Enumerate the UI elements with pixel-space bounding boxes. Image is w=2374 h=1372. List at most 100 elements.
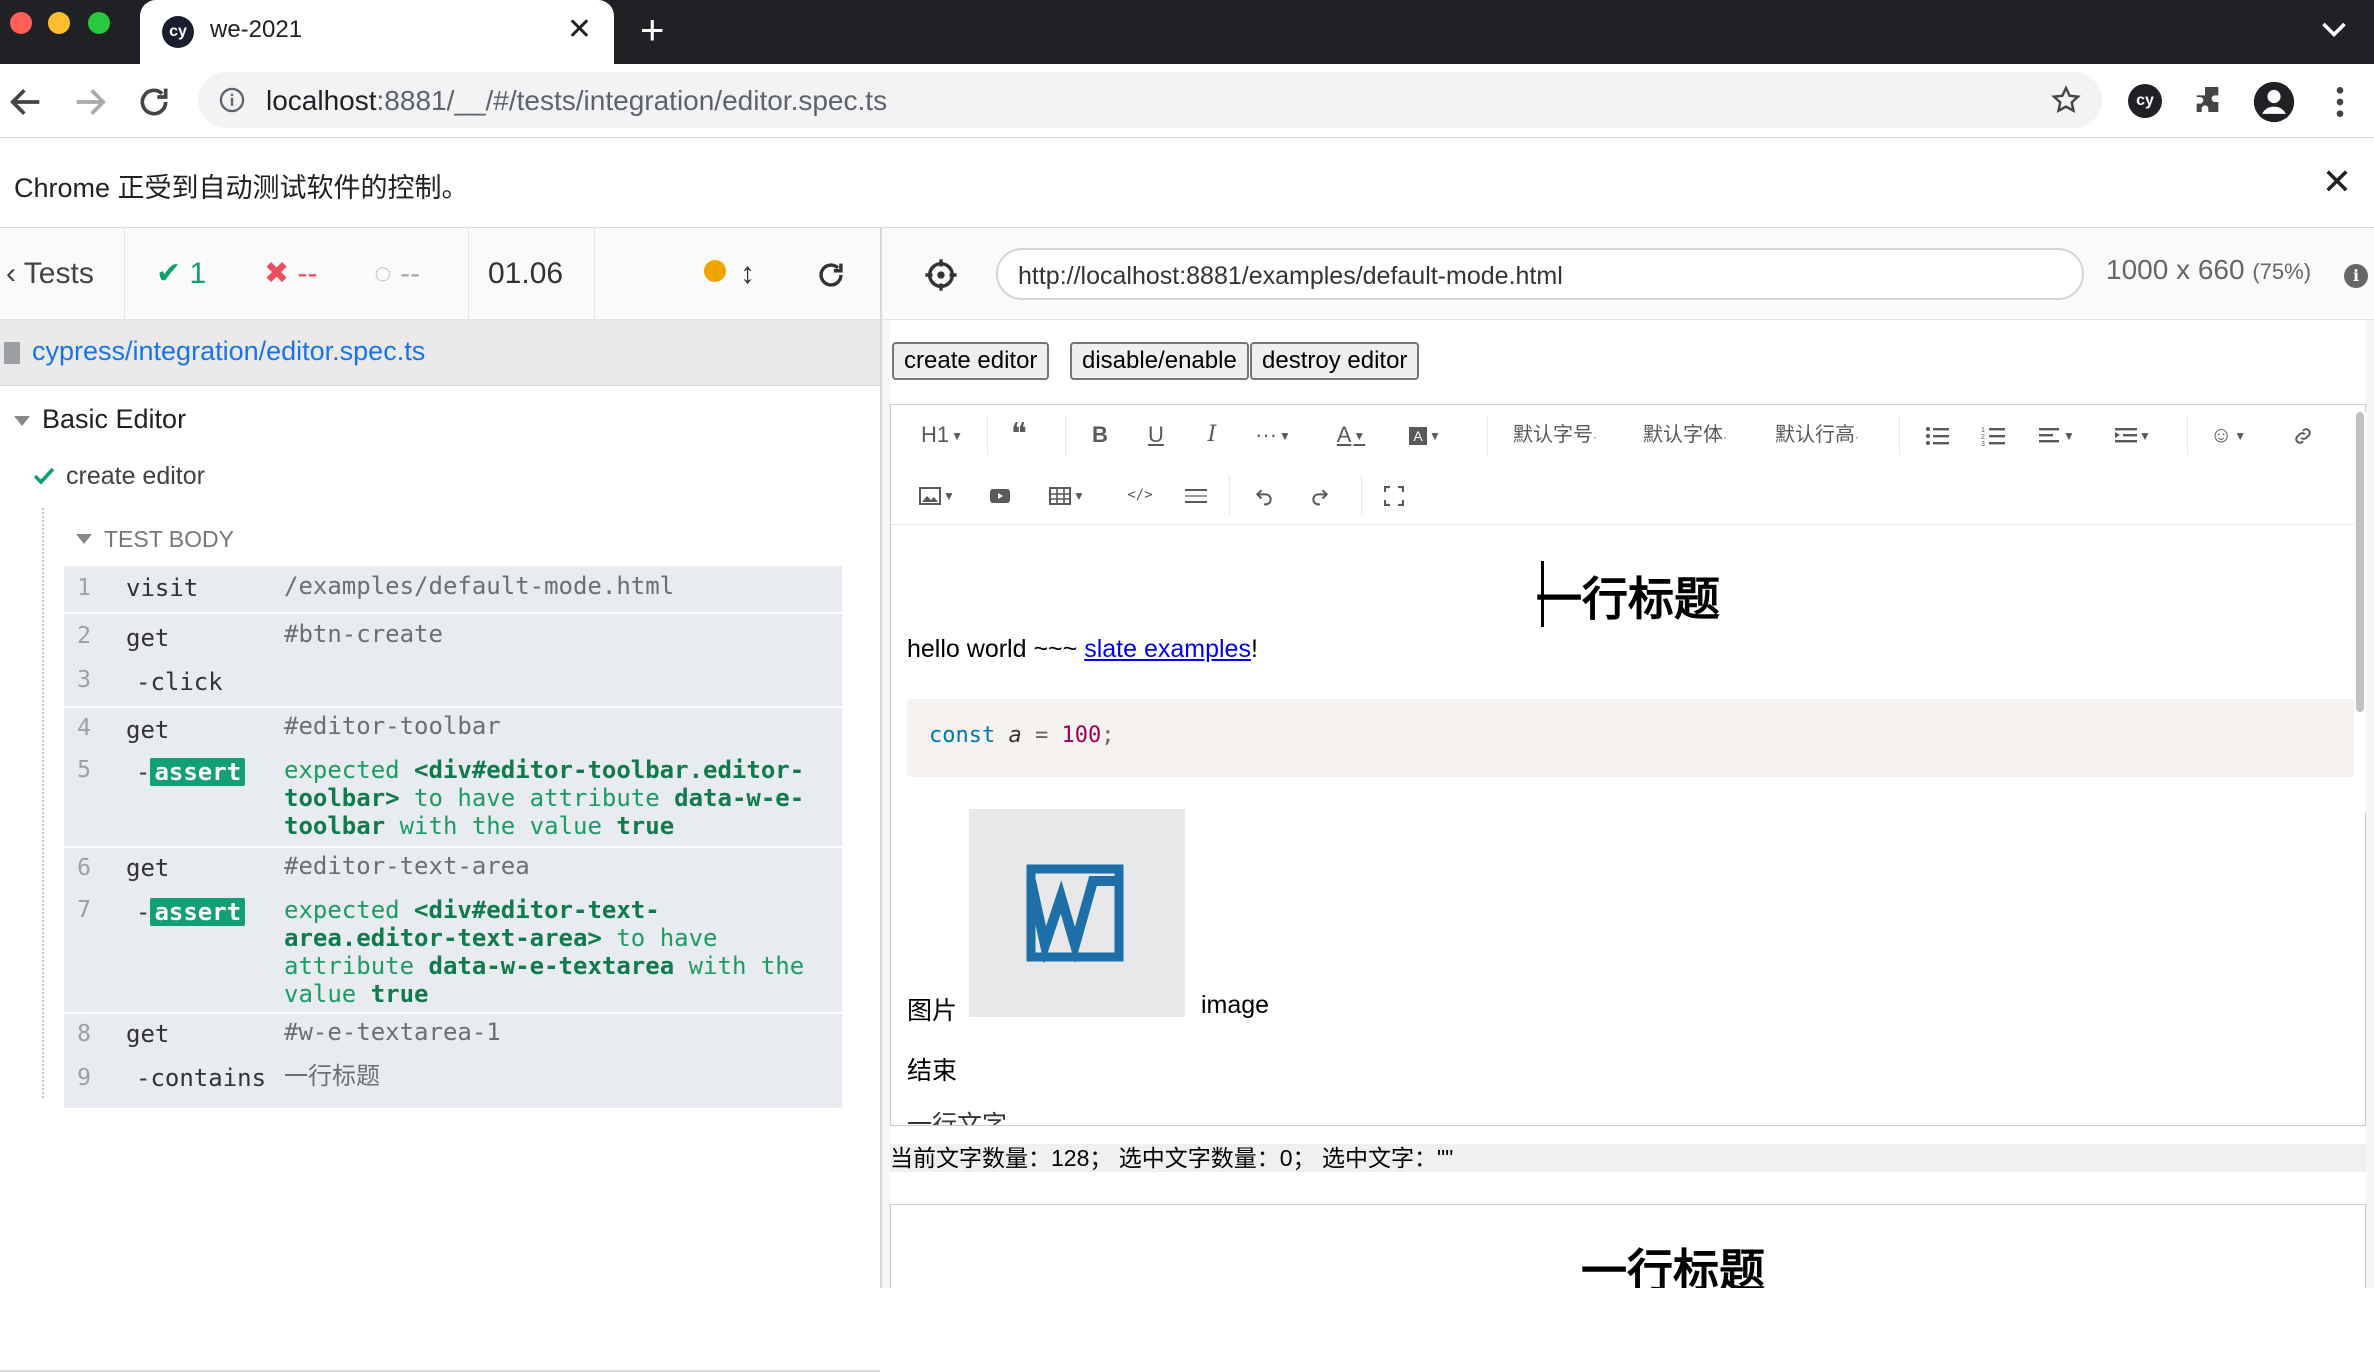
bold-icon[interactable]: B <box>1083 415 1117 455</box>
profile-avatar-icon[interactable] <box>2252 80 2296 124</box>
command-name: - assert <box>136 758 246 786</box>
test-passed-check-icon <box>33 467 55 485</box>
indent-select-icon[interactable]: ▼ <box>2107 415 2159 455</box>
x-icon: ✖ <box>264 257 290 290</box>
forward-arrow-icon[interactable] <box>70 82 110 122</box>
command-message: #w-e-textarea-1 <box>284 1018 501 1046</box>
reporter-header: ‹ Tests ✔ 1 ✖ -- ◌ -- 01.06 ↕ <box>0 228 880 320</box>
rerun-icon[interactable] <box>814 258 848 292</box>
code-text: const a = 100; <box>929 723 1115 748</box>
italic-icon[interactable]: I <box>1195 415 1229 455</box>
create-editor-button[interactable]: create editor <box>892 342 1050 380</box>
back-arrow-icon[interactable] <box>6 82 46 122</box>
image-after-text: image <box>1201 991 1270 1019</box>
command-name: -click <box>136 668 223 696</box>
header-select-button[interactable]: H1 ▼ <box>917 415 967 455</box>
font-size-select[interactable]: 默认字号· <box>1505 415 1605 455</box>
svg-text:2: 2 <box>1981 434 1985 441</box>
justify-select-icon[interactable]: ▼ <box>2031 415 2083 455</box>
command-row[interactable]: 3 -click <box>64 660 842 706</box>
chevron-left-icon: ‹ <box>6 257 16 290</box>
extensions-puzzle-icon[interactable] <box>2190 82 2230 122</box>
test-title[interactable]: create editor <box>66 462 205 491</box>
toolbar-divider <box>987 415 988 455</box>
suite-title[interactable]: Basic Editor <box>42 404 186 435</box>
emotion-icon[interactable]: ☺ ▼ <box>2203 415 2253 455</box>
spec-file-link[interactable]: cypress/integration/editor.spec.ts <box>32 336 425 367</box>
destroy-editor-button[interactable]: destroy editor <box>1250 342 1420 380</box>
reload-icon[interactable] <box>134 82 174 122</box>
scrollbar-thumb[interactable] <box>2356 412 2364 712</box>
font-family-select[interactable]: 默认字体· <box>1635 415 1735 455</box>
url-host: localhost <box>266 85 377 116</box>
close-window-button[interactable] <box>10 12 32 34</box>
minimize-window-button[interactable] <box>48 12 70 34</box>
editor-image[interactable] <box>969 809 1185 1017</box>
numbered-list-icon[interactable]: 123 <box>1973 415 2013 455</box>
code-block-icon[interactable]: </> <box>1123 475 1157 515</box>
command-row[interactable]: 2 get #btn-create <box>64 614 842 660</box>
editor-heading: 一行标题 <box>1536 572 1720 626</box>
line-height-select[interactable]: 默认行高· <box>1767 415 1867 455</box>
duration: 01.06 <box>488 257 564 290</box>
fullscreen-icon[interactable] <box>1377 475 1411 515</box>
test-body-caret-icon[interactable] <box>76 534 92 544</box>
insert-table-icon[interactable]: ▼ <box>1043 475 1091 515</box>
aut-url-bar[interactable]: http://localhost:8881/examples/default-m… <box>996 248 2084 300</box>
command-name: visit <box>126 574 199 602</box>
insert-link-icon[interactable] <box>2285 415 2321 455</box>
selector-playground-crosshair-icon[interactable] <box>924 258 958 292</box>
command-number: 7 <box>77 897 91 923</box>
insert-image-icon[interactable]: ▼ <box>913 475 961 515</box>
blockquote-icon[interactable]: ❝ <box>1001 415 1037 455</box>
command-row[interactable]: 5 - assert expected <div#editor-toolbar.e… <box>64 752 842 846</box>
command-number: 8 <box>77 1021 91 1047</box>
aut-scrollbar[interactable] <box>2354 412 2366 812</box>
failed-count: ✖ -- <box>264 256 317 292</box>
address-bar[interactable]: localhost:8881/__/#/tests/integration/ed… <box>198 72 2102 128</box>
site-info-icon[interactable] <box>218 86 246 114</box>
background-color-icon[interactable]: A ▼ <box>1403 415 1447 455</box>
browser-menu-icon[interactable] <box>2320 82 2360 122</box>
divider-line-icon[interactable] <box>1179 475 1213 515</box>
editor-text-area[interactable]: 一行标题 hello world ~~~ slate examples! con… <box>891 525 2365 1125</box>
header-divider <box>468 228 469 320</box>
command-row[interactable]: 6 get #editor-text-area <box>64 848 842 892</box>
underline-icon[interactable]: U <box>1139 415 1173 455</box>
viewport-info-icon[interactable]: i <box>2344 264 2368 288</box>
command-row[interactable]: 8 get #w-e-textarea-1 <box>64 1014 842 1058</box>
aut-url-text: http://localhost:8881/examples/default-m… <box>1018 262 1563 290</box>
slate-examples-link[interactable]: slate examples <box>1084 635 1251 663</box>
insert-video-icon[interactable] <box>983 475 1017 515</box>
auto-scroll-toggle-icon[interactable]: ↕ <box>740 256 755 292</box>
maximize-window-button[interactable] <box>88 12 110 34</box>
assert-badge: assert <box>150 758 246 786</box>
disable-enable-button[interactable]: disable/enable <box>1070 342 1249 380</box>
cypress-favicon-icon: cy <box>162 16 194 48</box>
back-to-tests-link[interactable]: ‹ Tests <box>6 256 94 292</box>
url-path: :8881/__/#/tests/integration/editor.spec… <box>376 85 888 116</box>
end-paragraph: 结束 <box>907 1057 958 1085</box>
redo-icon[interactable] <box>1303 475 1337 515</box>
command-row[interactable]: 9 -contains 一行标题 <box>64 1058 842 1108</box>
automation-notice-text: Chrome 正受到自动测试软件的控制。 <box>14 173 469 203</box>
cypress-extension-icon[interactable]: cy <box>2128 84 2162 118</box>
more-styles-icon[interactable]: ··· ▼ <box>1251 415 1295 455</box>
browser-tab[interactable]: cy we-2021 ✕ <box>140 0 614 64</box>
tab-search-chevron-icon[interactable] <box>2316 12 2352 48</box>
command-row[interactable]: 1 visit /examples/default-mode.html <box>64 566 842 612</box>
infobar-close-icon[interactable]: ✕ <box>2322 162 2352 202</box>
editor-toolbar: H1 ▼ ❝ B U I ··· ▼ A ▼ A ▼ 默认字号· 默认字体· 默认行高·… <box>891 405 2365 525</box>
command-log: 1 visit /examples/default-mode.html 2 ge… <box>64 566 842 1108</box>
bookmark-star-icon[interactable] <box>2050 84 2082 116</box>
command-row[interactable]: 4 get #editor-toolbar <box>64 708 842 752</box>
command-row[interactable]: 7 - assert expected <div#editor-text-area… <box>64 892 842 1012</box>
assertion-message: expected <div#editor-text-area.editor-te… <box>284 896 805 1008</box>
tab-close-icon[interactable]: ✕ <box>567 14 592 46</box>
bulleted-list-icon[interactable] <box>1917 415 1957 455</box>
undo-icon[interactable] <box>1247 475 1281 515</box>
new-tab-button[interactable]: + <box>640 8 665 52</box>
cypress-reporter: ‹ Tests ✔ 1 ✖ -- ◌ -- 01.06 ↕ cypress/in… <box>0 228 882 1372</box>
collapse-caret-icon[interactable] <box>14 416 30 426</box>
font-color-icon[interactable]: A ▼ <box>1329 415 1373 455</box>
